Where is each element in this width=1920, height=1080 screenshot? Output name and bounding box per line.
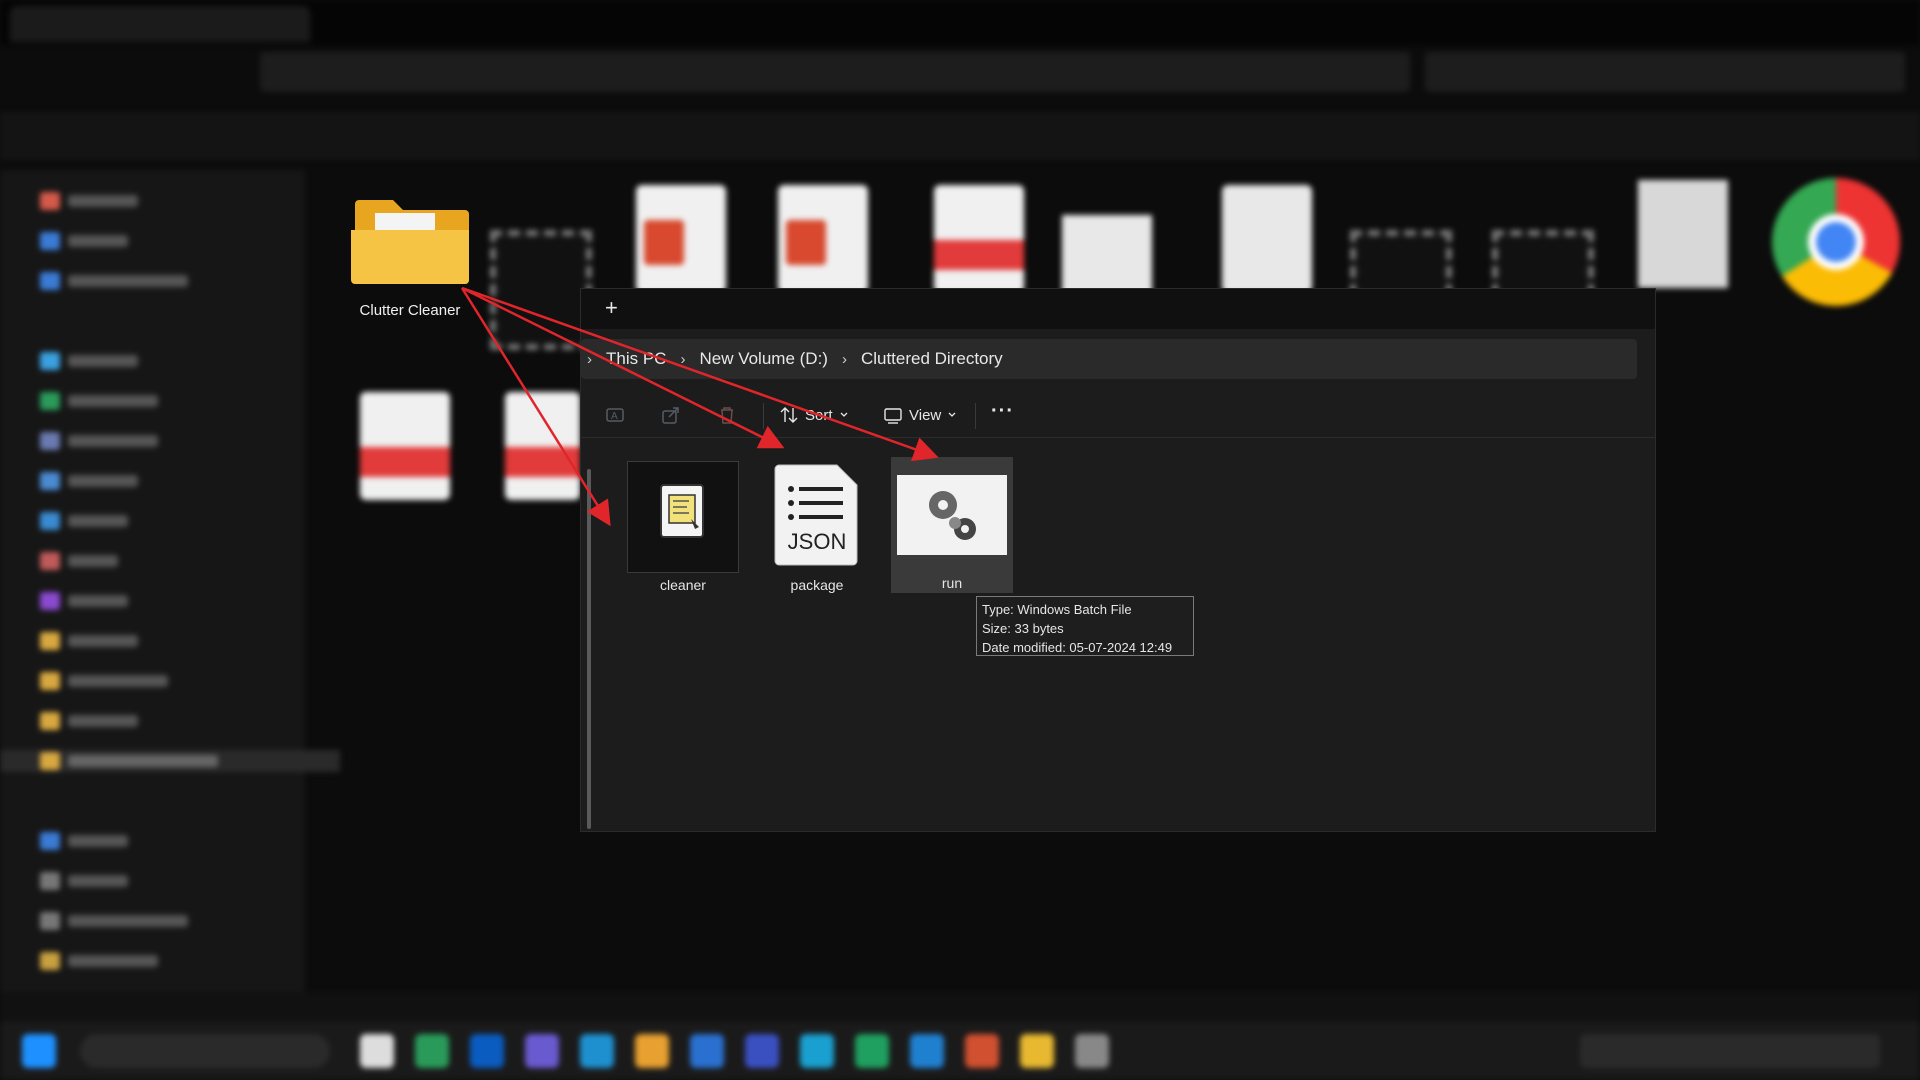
bg-sidebar-item bbox=[40, 350, 138, 372]
sort-icon bbox=[780, 407, 798, 423]
sort-label: Sort bbox=[805, 406, 833, 424]
bg-pdf-file bbox=[505, 392, 580, 500]
bg-sidebar-item bbox=[40, 510, 128, 532]
tooltip-type: Type: Windows Batch File bbox=[982, 602, 1132, 617]
bg-sidebar-item bbox=[40, 550, 118, 572]
bg-sidebar-item bbox=[40, 910, 188, 932]
toolbar-divider bbox=[975, 403, 976, 429]
taskbar-app-icon bbox=[855, 1034, 889, 1068]
share-icon[interactable] bbox=[661, 403, 681, 427]
explorer-window: + › This PC › New Volume (D:) › Cluttere… bbox=[580, 288, 1656, 832]
taskbar-app-icon bbox=[965, 1034, 999, 1068]
bg-blank-file bbox=[1222, 185, 1312, 293]
bg-address-bar bbox=[260, 52, 1410, 92]
command-bar: A Sort View ··· bbox=[581, 393, 1655, 438]
breadcrumb-item[interactable]: This PC bbox=[606, 349, 666, 369]
bg-sidebar-item bbox=[40, 390, 158, 412]
view-icon bbox=[884, 408, 902, 424]
bg-sidebar-item bbox=[40, 870, 128, 892]
bg-sidebar-item bbox=[0, 750, 340, 772]
bg-search-box bbox=[1425, 52, 1905, 92]
tooltip-size: Size: 33 bytes bbox=[982, 621, 1064, 636]
bg-sidebar-item bbox=[40, 470, 138, 492]
file-tooltip: Type: Windows Batch File Size: 33 bytes … bbox=[976, 596, 1194, 656]
file-label: run bbox=[941, 575, 963, 591]
sort-button[interactable]: Sort bbox=[779, 403, 849, 427]
file-run[interactable]: run bbox=[891, 457, 1013, 593]
taskbar-search bbox=[80, 1034, 330, 1068]
folder-icon bbox=[351, 200, 469, 284]
breadcrumb-item[interactable]: Cluttered Directory bbox=[861, 349, 1003, 369]
tooltip-date: Date modified: 05-07-2024 12:49 bbox=[982, 640, 1173, 655]
new-tab-button[interactable]: + bbox=[605, 295, 618, 321]
bg-ppt-file bbox=[636, 185, 726, 293]
bg-chrome-icon bbox=[1772, 178, 1900, 306]
tab-bar: + bbox=[581, 289, 1655, 329]
bg-sidebar-item bbox=[40, 830, 128, 852]
breadcrumb-item[interactable]: New Volume (D:) bbox=[699, 349, 827, 369]
taskbar-app-icon bbox=[800, 1034, 834, 1068]
scrollbar[interactable] bbox=[587, 469, 591, 829]
folder-label: Clutter Cleaner bbox=[359, 302, 461, 319]
file-cleaner[interactable]: cleaner bbox=[625, 459, 741, 599]
delete-icon[interactable] bbox=[717, 403, 737, 427]
start-icon bbox=[22, 1034, 56, 1068]
breadcrumb[interactable]: › This PC › New Volume (D:) › Cluttered … bbox=[581, 339, 1637, 379]
bg-image-file bbox=[1638, 180, 1728, 288]
svg-text:A: A bbox=[611, 411, 618, 422]
taskbar-app-icon bbox=[690, 1034, 724, 1068]
taskbar-app-icon bbox=[635, 1034, 669, 1068]
bg-sidebar-item bbox=[40, 630, 138, 652]
bg-sidebar-item bbox=[40, 950, 158, 972]
script-file-icon bbox=[660, 484, 704, 538]
chevron-down-icon bbox=[948, 412, 956, 417]
taskbar-app-icon bbox=[745, 1034, 779, 1068]
chevron-down-icon bbox=[840, 412, 847, 417]
view-label: View bbox=[909, 406, 942, 424]
batch-gear-file-icon bbox=[897, 475, 1007, 555]
chevron-right-icon: › bbox=[841, 350, 847, 368]
file-package[interactable]: JSON package bbox=[759, 459, 875, 599]
taskbar-app-icon bbox=[470, 1034, 504, 1068]
taskbar-app-icon bbox=[360, 1034, 394, 1068]
bg-sidebar-item bbox=[40, 190, 138, 212]
bg-sidebar-item bbox=[40, 270, 188, 292]
bg-pdf-file bbox=[360, 392, 450, 500]
taskbar-app-icon bbox=[580, 1034, 614, 1068]
more-options-button[interactable]: ··· bbox=[991, 399, 1014, 423]
taskbar-app-icon bbox=[1075, 1034, 1109, 1068]
bg-sidebar bbox=[0, 170, 340, 1000]
bg-sidebar-item bbox=[40, 230, 128, 252]
chevron-right-icon: › bbox=[587, 350, 592, 368]
bg-sidebar-item bbox=[40, 430, 158, 452]
bg-sidebar-item bbox=[40, 590, 128, 612]
bg-tab bbox=[10, 6, 310, 42]
rename-icon[interactable]: A bbox=[605, 403, 625, 427]
chevron-right-icon: › bbox=[680, 350, 686, 368]
taskbar-app-icon bbox=[910, 1034, 944, 1068]
bg-sidebar-item bbox=[40, 670, 168, 692]
json-badge: JSON bbox=[787, 529, 847, 554]
toolbar-divider bbox=[763, 403, 764, 429]
taskbar-app-icon bbox=[525, 1034, 559, 1068]
bg-toolbar bbox=[0, 112, 1920, 160]
file-label: package bbox=[790, 577, 844, 593]
bg-ppt-file bbox=[778, 185, 868, 293]
clutter-cleaner-folder[interactable]: Clutter Cleaner bbox=[345, 188, 475, 328]
taskbar-app-icon bbox=[415, 1034, 449, 1068]
system-tray bbox=[1580, 1034, 1880, 1068]
bg-video-file bbox=[490, 230, 592, 350]
view-button[interactable]: View bbox=[883, 403, 957, 427]
bg-pdf-file bbox=[934, 185, 1024, 293]
bg-sidebar-item bbox=[40, 710, 138, 732]
file-label: cleaner bbox=[660, 577, 706, 593]
bg-statusbar bbox=[0, 992, 1920, 1022]
taskbar-app-icon bbox=[1020, 1034, 1054, 1068]
